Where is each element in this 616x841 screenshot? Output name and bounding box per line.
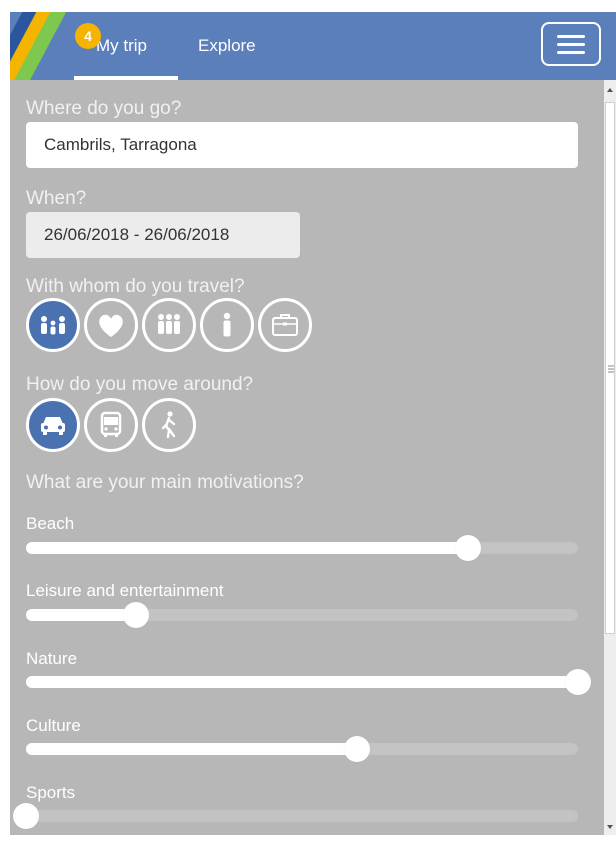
menu-icon-bar — [557, 51, 585, 54]
slider-beach[interactable] — [26, 535, 578, 561]
scroll-up-arrow-icon[interactable] — [604, 84, 616, 96]
slider-label-leisure: Leisure and entertainment — [26, 581, 224, 600]
bus-icon — [100, 411, 122, 437]
family-option-button[interactable] — [26, 298, 80, 352]
vertical-scrollbar[interactable] — [604, 80, 616, 835]
trip-count-badge: 4 — [75, 23, 101, 49]
menu-icon — [557, 35, 585, 38]
trip-form: Where do you go? Cambrils, Tarragona Whe… — [10, 80, 604, 835]
scrollbar-thumb[interactable] — [605, 102, 615, 634]
slider-label-sports: Sports — [26, 783, 76, 802]
slider-label-culture: Culture — [26, 716, 81, 735]
tab-my-trip-label: My trip — [96, 36, 147, 55]
tab-explore[interactable]: Explore — [198, 36, 256, 56]
group-icon — [158, 314, 180, 334]
bus-option-button[interactable] — [84, 398, 138, 452]
brand-logo — [10, 12, 76, 80]
slider-thumb[interactable] — [455, 535, 481, 561]
slider-leisure[interactable] — [26, 602, 578, 628]
walking-icon — [161, 411, 176, 439]
car-icon — [41, 417, 65, 435]
destination-input[interactable]: Cambrils, Tarragona — [26, 122, 578, 168]
briefcase-icon — [272, 314, 298, 336]
slider-thumb[interactable] — [123, 602, 149, 628]
car-option-button[interactable] — [26, 398, 80, 452]
app-frame: My trip 4 Explore Where do you go? Cambr… — [10, 12, 616, 835]
companions-question: With whom do you travel? — [26, 276, 245, 297]
slider-fill — [26, 676, 578, 688]
slider-thumb[interactable] — [565, 669, 591, 695]
couple-option-button[interactable] — [84, 298, 138, 352]
hamburger-menu-button[interactable] — [541, 22, 601, 66]
slider-culture[interactable] — [26, 736, 578, 762]
slider-fill — [26, 743, 357, 755]
when-question: When? — [26, 188, 87, 209]
group-option-button[interactable] — [142, 298, 196, 352]
slider-nature[interactable] — [26, 669, 591, 695]
date-range-input[interactable]: 26/06/2018 - 26/06/2018 — [26, 212, 300, 258]
slider-fill — [26, 609, 136, 621]
single-person-icon — [223, 312, 231, 337]
slider-sports[interactable] — [13, 803, 578, 829]
companions-options — [26, 298, 312, 352]
business-option-button[interactable] — [258, 298, 312, 352]
transport-options — [26, 398, 196, 452]
transport-question: How do you move around? — [26, 374, 254, 395]
solo-option-button[interactable] — [200, 298, 254, 352]
slider-fill — [26, 542, 468, 554]
app-header: My trip 4 Explore — [10, 12, 616, 80]
menu-icon-bar — [557, 43, 585, 46]
scroll-down-arrow-icon[interactable] — [604, 821, 616, 833]
slider-thumb[interactable] — [13, 803, 39, 829]
slider-label-nature: Nature — [26, 649, 78, 668]
grip-icon — [608, 365, 614, 373]
slider-thumb[interactable] — [344, 736, 370, 762]
heart-icon — [99, 314, 123, 337]
destination-question: Where do you go? — [26, 98, 182, 119]
slider-label-beach: Beach — [26, 514, 75, 533]
motivations-question: What are your main motivations? — [26, 472, 304, 493]
walk-option-button[interactable] — [142, 398, 196, 452]
family-icon — [41, 316, 65, 335]
